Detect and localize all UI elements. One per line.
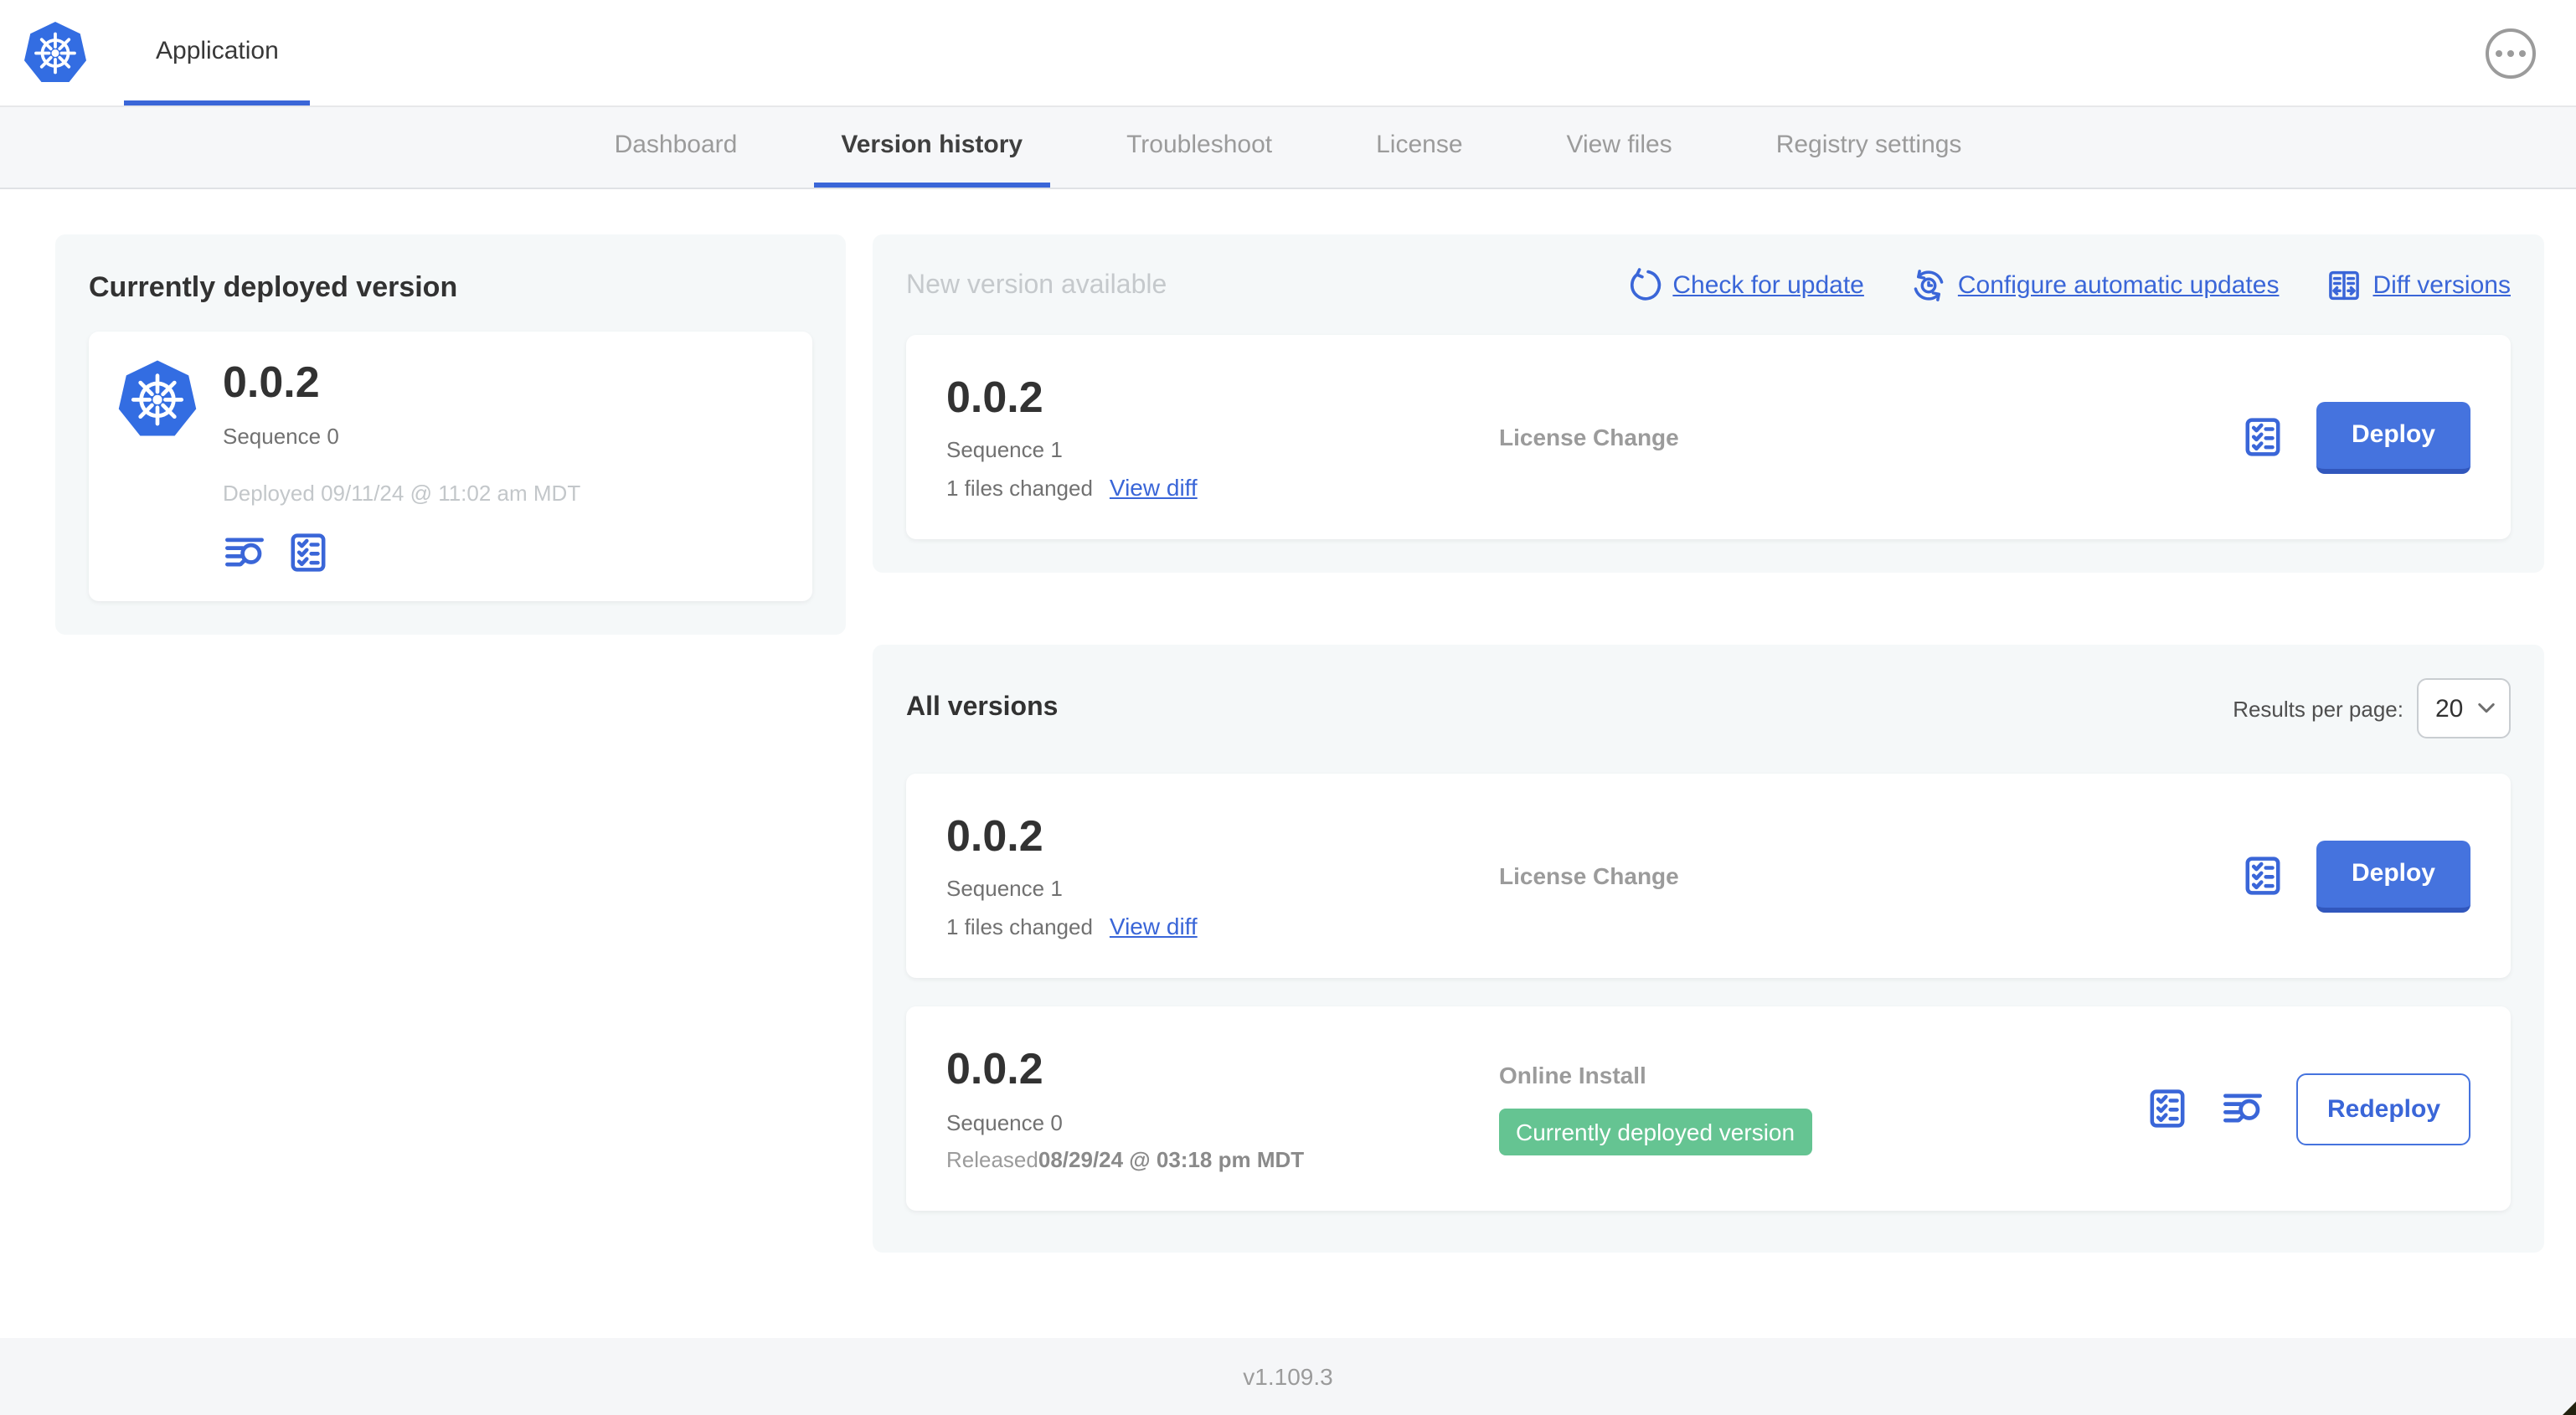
view-diff-link[interactable]: View diff bbox=[1110, 913, 1198, 940]
kubernetes-logo-icon bbox=[22, 0, 89, 105]
redeploy-button[interactable]: Redeploy bbox=[2296, 1073, 2470, 1145]
kubernetes-app-icon bbox=[116, 358, 199, 442]
tab-license[interactable]: License bbox=[1349, 107, 1489, 188]
all-versions-panel: All versions Results per page: 20 0.0.2 bbox=[873, 645, 2544, 1253]
currently-deployed-card: 0.0.2 Sequence 0 Deployed 09/11/24 @ 11:… bbox=[89, 332, 812, 601]
files-changed: 1 files changed bbox=[946, 914, 1093, 940]
auto-update-icon bbox=[1911, 268, 1946, 303]
ellipsis-menu-icon[interactable] bbox=[2486, 28, 2536, 78]
console-version: v1.109.3 bbox=[1243, 1363, 1333, 1390]
deploy-button[interactable]: Deploy bbox=[2316, 840, 2470, 912]
results-per-page-label: Results per page: bbox=[2233, 696, 2403, 721]
deployed-timestamp: Deployed 09/11/24 @ 11:02 am MDT bbox=[223, 480, 581, 506]
view-diff-link[interactable]: View diff bbox=[1110, 475, 1198, 502]
logs-icon[interactable] bbox=[2222, 1087, 2265, 1130]
new-version-title: New version available bbox=[906, 270, 1167, 299]
released-line: Released 08/29/24 @ 03:18 pm MDT bbox=[946, 1146, 1305, 1172]
new-version-panel: New version available Check for update C… bbox=[873, 234, 2544, 573]
version-number: 0.0.2 bbox=[946, 1043, 1043, 1094]
tab-registry-settings[interactable]: Registry settings bbox=[1749, 107, 1989, 188]
checklist-icon[interactable] bbox=[2241, 854, 2285, 898]
version-status: Online Install bbox=[1499, 1062, 1646, 1088]
version-status: License Change bbox=[1499, 424, 1679, 450]
admin-console: Application Dashboard Version history Tr… bbox=[0, 0, 2576, 1415]
version-number: 0.0.2 bbox=[946, 371, 1043, 422]
tab-dashboard[interactable]: Dashboard bbox=[588, 107, 765, 188]
files-changed: 1 files changed bbox=[946, 476, 1093, 502]
tab-view-files[interactable]: View files bbox=[1540, 107, 1699, 188]
deployed-version-number: 0.0.2 bbox=[223, 357, 320, 407]
checklist-icon[interactable] bbox=[2241, 415, 2285, 459]
top-header: Application bbox=[0, 0, 2576, 107]
checklist-icon[interactable] bbox=[286, 531, 330, 574]
all-versions-title: All versions bbox=[906, 693, 1059, 722]
app-tab[interactable]: Application bbox=[124, 0, 311, 105]
diff-versions-link[interactable]: Diff versions bbox=[2326, 268, 2511, 303]
diff-icon bbox=[2326, 268, 2361, 303]
currently-deployed-panel: Currently deployed version 0.0.2 Sequenc… bbox=[55, 234, 846, 635]
checklist-icon[interactable] bbox=[2146, 1087, 2190, 1130]
version-sequence: Sequence 1 bbox=[946, 876, 1063, 902]
version-sequence: Sequence 1 bbox=[946, 437, 1063, 463]
nav-tabs: Dashboard Version history Troubleshoot L… bbox=[0, 107, 2576, 189]
chevron-down-icon bbox=[2477, 702, 2496, 715]
results-per-page-select[interactable]: 20 bbox=[2417, 678, 2511, 738]
version-row: 0.0.2 Sequence 1 1 files changed View di… bbox=[906, 774, 2511, 978]
deployed-sequence: Sequence 0 bbox=[223, 423, 339, 449]
footer: v1.109.3 bbox=[0, 1338, 2576, 1415]
deploy-button[interactable]: Deploy bbox=[2316, 401, 2470, 473]
configure-automatic-updates-link[interactable]: Configure automatic updates bbox=[1911, 268, 2279, 303]
version-status: License Change bbox=[1499, 862, 1679, 889]
refresh-icon bbox=[1625, 268, 1661, 303]
corner-artifact bbox=[2563, 1402, 2576, 1415]
check-for-update-link[interactable]: Check for update bbox=[1625, 268, 1864, 303]
version-number: 0.0.2 bbox=[946, 810, 1043, 861]
logs-icon[interactable] bbox=[223, 531, 266, 574]
tab-version-history[interactable]: Version history bbox=[814, 107, 1050, 188]
new-version-card: 0.0.2 Sequence 1 1 files changed View di… bbox=[906, 335, 2511, 539]
currently-deployed-badge: Currently deployed version bbox=[1499, 1109, 1812, 1155]
main-content: Currently deployed version 0.0.2 Sequenc… bbox=[0, 189, 2576, 1338]
version-row: 0.0.2 Sequence 0 Released 08/29/24 @ 03:… bbox=[906, 1006, 2511, 1211]
tab-troubleshoot[interactable]: Troubleshoot bbox=[1100, 107, 1299, 188]
currently-deployed-title: Currently deployed version bbox=[89, 271, 458, 303]
version-sequence: Sequence 0 bbox=[946, 1109, 1063, 1135]
app-tab-label: Application bbox=[156, 36, 279, 64]
